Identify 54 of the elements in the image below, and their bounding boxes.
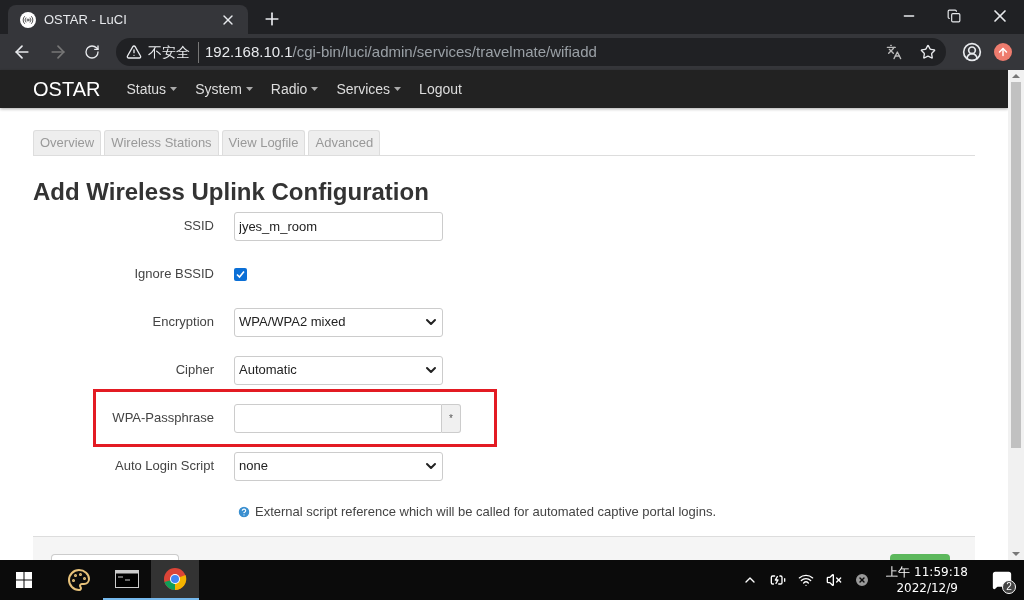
clock[interactable]: 上午 11:59:18 2022/12/9 xyxy=(886,564,968,596)
field-label: WPA-Passphrase xyxy=(111,409,215,428)
reload-icon[interactable] xyxy=(84,44,100,60)
volume-muted-icon[interactable] xyxy=(826,572,843,588)
url-host: 192.168.10.1 xyxy=(205,41,293,62)
clock-date: 2022/12/9 xyxy=(896,580,958,596)
security-label: 不安全 xyxy=(148,41,199,63)
address-bar[interactable]: 不安全 192.168.10.1/cgi-bin/luci/admin/services/travelmate/wifiadd xyxy=(116,38,946,66)
reveal-button[interactable]: * xyxy=(442,403,461,433)
field-label: Encryption xyxy=(151,313,215,332)
clock-time: 上午 11:59:18 xyxy=(886,564,968,580)
taskbar-app[interactable] xyxy=(151,560,199,600)
field-label: Auto Login Script xyxy=(114,457,215,476)
password-field[interactable] xyxy=(234,403,442,433)
palette-icon[interactable] xyxy=(67,568,91,592)
select-dropdown[interactable]: none xyxy=(234,451,443,481)
tab-title: OSTAR - LuCI xyxy=(44,10,128,29)
wifi-icon[interactable] xyxy=(798,572,815,588)
restore-icon[interactable] xyxy=(947,9,961,23)
field-label: Cipher xyxy=(174,361,215,380)
select-dropdown[interactable]: Automatic xyxy=(234,355,443,385)
terminal-icon[interactable] xyxy=(115,570,139,588)
caret-icon xyxy=(245,87,253,91)
update-icon[interactable] xyxy=(994,43,1012,61)
select-dropdown[interactable]: WPA/WPA2 mixed xyxy=(234,307,443,337)
field-label: SSID xyxy=(182,217,215,236)
account-icon[interactable] xyxy=(962,42,982,62)
scrollbar[interactable] xyxy=(1008,70,1024,560)
battery-icon[interactable] xyxy=(770,572,787,588)
nav-menu-item[interactable]: Services xyxy=(336,78,402,100)
checkbox[interactable] xyxy=(234,267,247,281)
x-circle-icon[interactable] xyxy=(854,572,871,588)
caret-icon xyxy=(311,87,319,91)
text-field[interactable]: jyes_m_room xyxy=(234,211,443,241)
caret-icon xyxy=(170,87,178,91)
bookmark-star-icon[interactable] xyxy=(920,44,936,60)
field-label: Ignore BSSID xyxy=(133,265,215,284)
warning-icon xyxy=(126,44,142,60)
page-heading: Add Wireless Uplink Configuration xyxy=(33,178,430,206)
help-icon xyxy=(237,505,251,519)
radio-icon xyxy=(20,11,36,28)
nav-menu-item[interactable]: Logout xyxy=(419,78,462,100)
translate-icon[interactable] xyxy=(886,44,902,60)
caret-icon xyxy=(394,87,402,91)
notification-count: 2 xyxy=(1002,580,1016,594)
help-text: External script reference which will be called for automated captive portal logins. xyxy=(255,503,716,522)
chrome-icon[interactable] xyxy=(163,567,187,591)
windows-logo-icon[interactable] xyxy=(16,572,32,588)
nav-menu-item[interactable]: Radio xyxy=(270,78,319,100)
nav-menu-item[interactable]: Status xyxy=(126,78,178,100)
nav-menu-item[interactable]: System xyxy=(195,78,253,100)
brand-logo[interactable]: OSTAR xyxy=(33,74,101,104)
url-path: /cgi-bin/luci/admin/services/travelmate/wifiadd xyxy=(292,41,597,62)
browser-tab[interactable]: OSTAR - LuCI xyxy=(8,5,248,34)
